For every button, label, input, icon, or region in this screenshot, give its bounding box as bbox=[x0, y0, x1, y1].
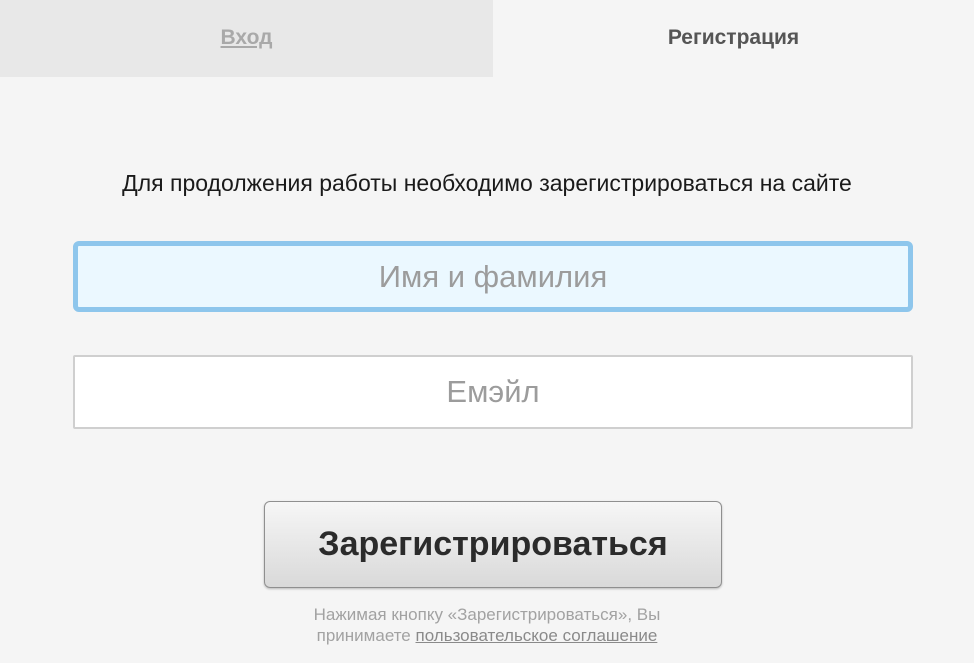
auth-tabs: Вход Регистрация bbox=[0, 0, 974, 77]
agreement-note-line1: Нажимая кнопку «Зарегистрироваться», Вы bbox=[313, 605, 661, 624]
agreement-note-prefix: принимаете bbox=[316, 626, 416, 645]
user-agreement-link[interactable]: пользовательское соглашение bbox=[416, 626, 658, 645]
registration-intro-text: Для продолжения работы необходимо зареги… bbox=[122, 170, 852, 196]
agreement-note: Нажимая кнопку «Зарегистрироваться», Вы … bbox=[0, 604, 974, 646]
tab-register: Регистрация bbox=[493, 0, 974, 77]
tab-login-link[interactable]: Вход bbox=[221, 26, 273, 49]
tab-register-label: Регистрация bbox=[667, 26, 800, 49]
tab-login[interactable]: Вход bbox=[0, 0, 493, 77]
register-button[interactable]: Зарегистрироваться bbox=[264, 501, 722, 588]
name-input[interactable] bbox=[73, 241, 913, 312]
email-input[interactable] bbox=[73, 355, 913, 429]
